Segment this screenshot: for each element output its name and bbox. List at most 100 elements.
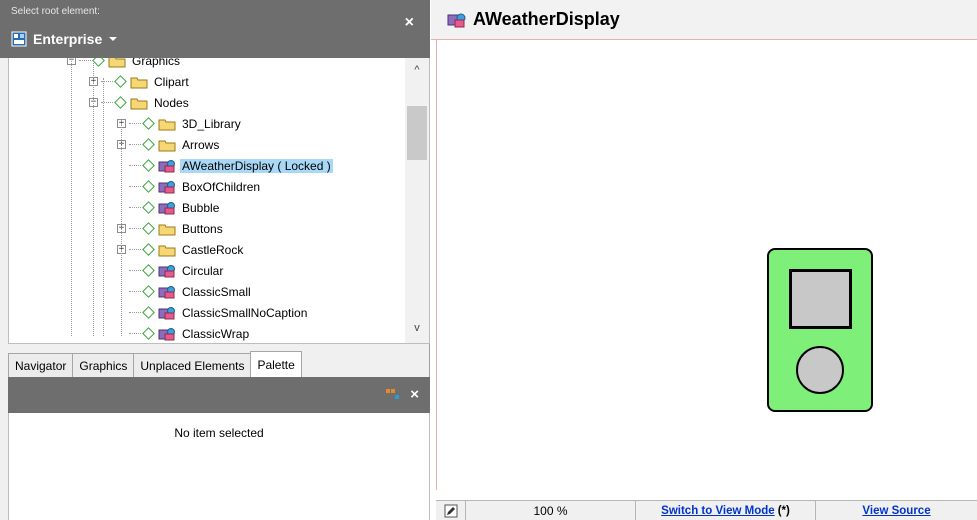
scroll-thumb[interactable]	[407, 106, 427, 160]
tree-guide-line	[93, 60, 94, 336]
folder-icon	[130, 75, 148, 89]
enterprise-icon	[11, 31, 27, 47]
weather-display-screen[interactable]	[789, 269, 852, 329]
close-icon[interactable]: ×	[405, 14, 414, 32]
edit-mode-button[interactable]	[436, 500, 466, 520]
diamond-icon	[142, 264, 155, 277]
tree-item-label: Bubble	[182, 200, 220, 215]
chevron-down-icon	[109, 37, 118, 41]
diamond-icon	[142, 243, 155, 256]
diamond-icon	[142, 180, 155, 193]
graphics-editor: AWeatherDisplay 100 % Switch to View Mod…	[431, 0, 977, 520]
folder-icon	[158, 117, 176, 131]
palette-body: No item selected	[8, 413, 430, 520]
diamond-icon	[114, 96, 127, 109]
tab-navigator[interactable]: Navigator	[8, 353, 74, 377]
tab-unplaced-elements[interactable]: Unplaced Elements	[133, 353, 252, 377]
scroll-up-icon[interactable]: ^	[405, 64, 429, 82]
weather-display-graphic[interactable]	[767, 248, 873, 412]
tree-item-bubble[interactable]: Bubble	[117, 197, 221, 218]
tree-item-classicwrap[interactable]: ClassicWrap	[117, 323, 251, 343]
tree-item-label: 3D_Library	[182, 116, 241, 131]
graphic-icon	[447, 13, 466, 27]
folder-icon	[158, 138, 176, 152]
tree-item-nodes[interactable]: − Nodes	[89, 92, 191, 113]
tree-item-clipart[interactable]: + Clipart	[89, 71, 191, 92]
folder-icon	[158, 222, 176, 236]
diamond-icon	[92, 58, 105, 67]
diamond-icon	[142, 222, 155, 235]
palette-header: ×	[8, 377, 430, 413]
graphic-icon	[158, 180, 176, 194]
tree-item-label: BoxOfChildren	[182, 179, 261, 194]
palette-icon[interactable]	[386, 389, 400, 401]
tree-item-circular[interactable]: Circular	[117, 260, 225, 281]
tree-item-boxofchildren[interactable]: BoxOfChildren	[117, 176, 262, 197]
diamond-icon	[142, 117, 155, 130]
root-element-caption: Select root element:	[11, 6, 100, 17]
view-source-link[interactable]: View Source	[862, 505, 930, 517]
diamond-icon	[114, 75, 127, 88]
tree-item-label: CastleRock	[182, 242, 244, 257]
graphic-icon	[158, 201, 176, 215]
folder-icon	[108, 58, 126, 68]
graphic-icon	[158, 264, 176, 278]
tree-scrollbar[interactable]: ^ v	[405, 58, 429, 343]
editor-title: AWeatherDisplay	[473, 9, 620, 29]
tree-item-arrows[interactable]: + Arrows	[117, 134, 221, 155]
tree-item-label: Buttons	[182, 221, 223, 236]
tree-item-label: AWeatherDisplay ( Locked )	[180, 158, 333, 173]
tree-guide-line	[103, 78, 104, 336]
folder-icon	[158, 243, 176, 257]
diamond-icon	[142, 138, 155, 151]
element-tree: − Graphics + Clipart − Nodes +3D_Library + Arrow…	[8, 58, 430, 344]
tree-item-label: Graphics	[132, 58, 181, 68]
tree-item-buttons[interactable]: + Buttons	[117, 218, 225, 239]
switch-mode-cell: Switch to View Mode (*)	[636, 500, 816, 520]
scroll-down-icon[interactable]: v	[405, 322, 429, 340]
graphic-icon	[158, 159, 176, 173]
diamond-icon	[142, 159, 155, 172]
graphic-canvas[interactable]	[436, 40, 977, 490]
tree-item-classicsmall[interactable]: ClassicSmall	[117, 281, 253, 302]
tree-item-label: ClassicSmall	[182, 284, 251, 299]
navigator-pane: Select root element: Enterprise × − Graph…	[0, 0, 430, 520]
palette-empty-message: No item selected	[174, 426, 264, 440]
pencil-icon	[444, 504, 457, 517]
tab-graphics[interactable]: Graphics	[72, 353, 135, 377]
diamond-icon	[142, 306, 155, 319]
tree-item-label: ClassicWrap	[182, 326, 250, 341]
diamond-icon	[142, 285, 155, 298]
tree-item-graphics[interactable]: − Graphics	[67, 58, 182, 71]
root-element-header: Select root element: Enterprise ×	[0, 0, 430, 58]
graphic-icon	[158, 285, 176, 299]
close-icon[interactable]: ×	[410, 386, 419, 403]
tree-item-label: Clipart	[154, 74, 189, 89]
tree-item-castlerock[interactable]: + CastleRock	[117, 239, 245, 260]
tree-item-aweatherdisplay[interactable]: AWeatherDisplay ( Locked )	[117, 155, 333, 176]
editor-title-bar: AWeatherDisplay	[431, 0, 977, 40]
tab-palette[interactable]: Palette	[250, 351, 302, 377]
switch-to-view-mode-link[interactable]: Switch to View Mode	[661, 505, 775, 517]
tree-item-classicsmallnocaption[interactable]: ClassicSmallNoCaption	[117, 302, 309, 323]
tree-guide-line	[121, 120, 122, 336]
tree-item-label: ClassicSmallNoCaption	[182, 305, 308, 320]
weather-display-knob[interactable]	[796, 346, 844, 394]
tree-item-3d_library[interactable]: +3D_Library	[117, 113, 243, 134]
tree-item-label: Nodes	[154, 95, 189, 110]
diamond-icon	[142, 327, 155, 340]
unsaved-marker: (*)	[777, 504, 790, 517]
folder-icon	[130, 96, 148, 110]
root-element-value: Enterprise	[33, 31, 103, 47]
view-source-cell: View Source	[816, 501, 977, 520]
status-bar: 100 % Switch to View Mode (*) View Sourc…	[436, 500, 977, 520]
tree-item-label: Circular	[182, 263, 224, 278]
graphic-icon	[158, 327, 176, 341]
root-element-dropdown[interactable]: Enterprise	[11, 29, 118, 49]
tree-item-label: Arrows	[182, 137, 220, 152]
graphic-icon	[158, 306, 176, 320]
zoom-level: 100 %	[466, 500, 636, 520]
diamond-icon	[142, 201, 155, 214]
tree-guide-line	[71, 58, 72, 336]
panel-tabs: Navigator Graphics Unplaced Elements Palett…	[8, 351, 302, 377]
